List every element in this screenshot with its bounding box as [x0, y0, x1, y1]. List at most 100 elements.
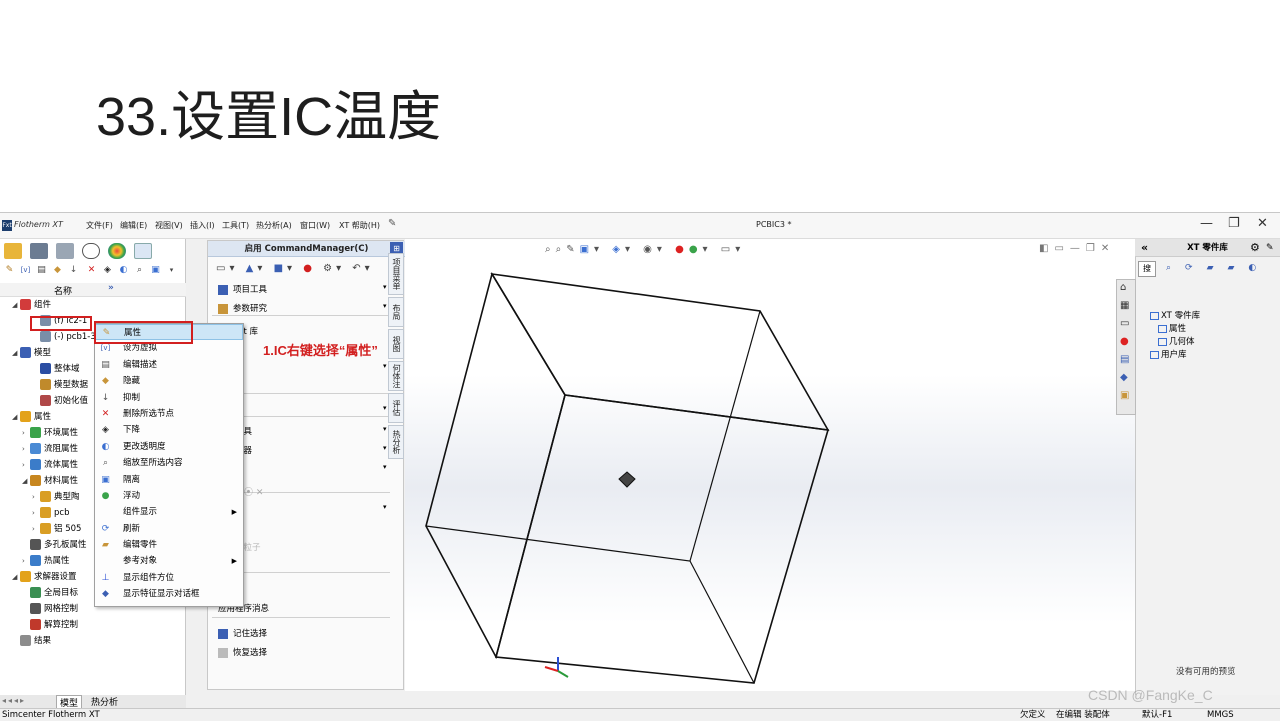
command-row[interactable]: 恢复选择 — [218, 646, 267, 658]
menu-view[interactable]: 视图(V) — [155, 220, 183, 231]
descend-tool-icon[interactable]: ◈ — [102, 265, 113, 276]
context-menu-item[interactable]: ⟳ 刷新 — [95, 521, 243, 537]
menu-edit[interactable]: 编辑(E) — [120, 220, 147, 231]
expander-icon[interactable]: ◢ — [12, 345, 20, 361]
tree-node[interactable]: 解算控制 — [0, 617, 186, 633]
expander-icon[interactable]: ◢ — [12, 409, 20, 425]
expand-columns-icon[interactable]: » — [108, 283, 114, 293]
appearance-icon[interactable]: ● — [1120, 336, 1129, 347]
properties-tool-icon[interactable]: ✎ — [4, 265, 15, 276]
close-icon[interactable]: ✕ — [1257, 217, 1268, 231]
status-config: 默认-F1 — [1142, 710, 1173, 720]
tree-node[interactable]: 结果 — [0, 633, 186, 649]
context-menu-item[interactable]: ↓ 抑制 — [95, 390, 243, 406]
cmd-side-tab[interactable]: 热分析 — [388, 425, 404, 459]
appearance-tab-icon[interactable] — [108, 243, 126, 259]
hide-tool-icon[interactable]: ◆ — [52, 265, 63, 276]
tree-node[interactable]: ◢ 组件 — [0, 297, 186, 313]
library-tree-node[interactable]: 用户库 — [1150, 348, 1187, 360]
context-menu-item[interactable]: ◈ 下降 — [95, 422, 243, 438]
context-menu-item[interactable]: ◐ 更改透明度 — [95, 439, 243, 455]
transparency-tool-icon[interactable]: ◐ — [118, 265, 129, 276]
context-menu-item[interactable]: ● 浮动 — [95, 488, 243, 504]
cmd-side-tab[interactable]: 布局 — [388, 297, 404, 327]
pin-icon[interactable]: ✎ — [388, 218, 396, 229]
cmd-side-tab[interactable]: 评估 — [388, 393, 404, 423]
dropdown-icon[interactable]: ▾ — [383, 362, 387, 370]
dropdown-icon[interactable]: ▾ — [383, 404, 387, 412]
dimxpert-tab-icon[interactable] — [82, 243, 100, 259]
expander-icon[interactable]: ◢ — [22, 473, 30, 489]
menu-thermal[interactable]: 热分析(A) — [256, 220, 292, 231]
library-tree-node[interactable]: 几何体 — [1158, 335, 1195, 347]
context-menu-item[interactable]: 参考对象 ▶ — [95, 553, 243, 569]
overflow-icon[interactable]: ▾ — [166, 265, 177, 276]
dropdown-icon[interactable]: ▾ — [383, 425, 387, 433]
command-row[interactable]: 参数研究 — [218, 302, 267, 314]
dropdown-icon[interactable]: ▾ — [383, 463, 387, 471]
menu-tools[interactable]: 工具(T) — [222, 220, 249, 231]
library-tree-node[interactable]: XT 零件库 — [1150, 309, 1200, 321]
tree-node-label: 典型陶 — [54, 492, 80, 502]
settings-icon[interactable]: ⚙ — [1250, 239, 1260, 257]
list-icon[interactable]: ▤ — [1120, 354, 1129, 365]
context-menu-item[interactable]: 组件显示 ▶ — [95, 504, 243, 520]
graphics-viewport[interactable]: ⌕⌕✎▣▾ ◈▾ ◉▾ ●●▾ ▭▾ ◧▭—❐✕ — [405, 239, 1135, 691]
menu-insert[interactable]: 插入(I) — [190, 220, 215, 231]
expander-icon[interactable]: › — [22, 425, 30, 441]
cmd-side-tab[interactable]: 项目菜单 — [388, 253, 404, 295]
nav-arrows[interactable]: ◂◂◂▸ — [2, 696, 26, 705]
minimize-icon[interactable]: — — [1200, 217, 1213, 231]
suppress-tool-icon[interactable]: ↓ — [68, 265, 79, 276]
command-row[interactable]: 项目工具 — [218, 283, 267, 295]
zoom-tool-icon[interactable]: ⌕ — [134, 265, 145, 276]
context-menu-item[interactable]: ▣ 隔离 — [95, 472, 243, 488]
cmd-side-tab[interactable]: 何体注 — [388, 361, 404, 391]
command-label: 参数研究 — [233, 304, 268, 314]
context-menu-item[interactable]: ▰ 编辑零件 — [95, 537, 243, 553]
home-icon[interactable]: ⌂ — [1120, 282, 1126, 293]
menu-file[interactable]: 文件(F) — [86, 220, 113, 231]
expander-icon[interactable]: › — [32, 489, 40, 505]
status-units[interactable]: MMGS — [1207, 709, 1234, 722]
feature-manager-tab-icon[interactable] — [4, 243, 22, 259]
context-menu-item[interactable]: ◆ 显示特征显示对话框 — [95, 586, 243, 602]
context-menu-item[interactable]: ⊥ 显示组件方位 — [95, 570, 243, 586]
delete-tool-icon[interactable]: ✕ — [86, 265, 97, 276]
dropdown-icon[interactable]: ▾ — [383, 283, 387, 291]
context-menu-item[interactable]: ⌕ 缩放至所选内容 — [95, 455, 243, 471]
edit-tool-icon[interactable]: ▤ — [36, 265, 47, 276]
config-manager-tab-icon[interactable] — [56, 243, 74, 259]
library-icon[interactable]: ▦ — [1120, 300, 1129, 311]
expander-icon[interactable]: › — [32, 505, 40, 521]
expander-icon[interactable]: ◢ — [12, 569, 20, 585]
pin-panel-icon[interactable]: ✎ — [1266, 239, 1274, 257]
collapse-icon[interactable]: « — [1141, 239, 1148, 257]
menu-help[interactable]: XT 帮助(H) — [339, 220, 380, 231]
restore-icon[interactable]: ❐ — [1228, 217, 1240, 231]
context-menu-item[interactable]: ✕ 删除所选节点 — [95, 406, 243, 422]
xt-library-icon[interactable]: ▣ — [1120, 390, 1129, 401]
node-icon — [20, 571, 31, 582]
virtual-tool-icon[interactable]: [v] — [20, 265, 31, 276]
context-menu-item[interactable]: ▤ 编辑描述 — [95, 357, 243, 373]
folder-icon[interactable]: ▭ — [1120, 318, 1129, 329]
expander-icon[interactable]: › — [22, 441, 30, 457]
dropdown-icon[interactable]: ▾ — [383, 503, 387, 511]
command-row[interactable]: 记住选择 — [218, 627, 267, 639]
expander-icon[interactable]: ◢ — [12, 297, 20, 313]
tab-thermal-analysis[interactable]: 热分析 — [88, 695, 121, 708]
dropdown-icon[interactable]: ▾ — [383, 302, 387, 310]
expander-icon[interactable]: › — [22, 457, 30, 473]
menu-window[interactable]: 窗口(W) — [300, 220, 330, 231]
property-manager-tab-icon[interactable] — [30, 243, 48, 259]
dropdown-icon[interactable]: ▾ — [383, 444, 387, 452]
flotherm-tab-icon[interactable] — [134, 243, 152, 259]
expander-icon[interactable]: › — [22, 553, 30, 569]
isolate-tool-icon[interactable]: ▣ — [150, 265, 161, 276]
cmd-side-tab[interactable]: 视图 — [388, 329, 404, 359]
context-menu-item[interactable]: ◆ 隐藏 — [95, 373, 243, 389]
view-palette-icon[interactable]: ◆ — [1120, 372, 1128, 383]
expander-icon[interactable]: › — [32, 521, 40, 537]
library-tree-node[interactable]: 属性 — [1158, 322, 1186, 334]
